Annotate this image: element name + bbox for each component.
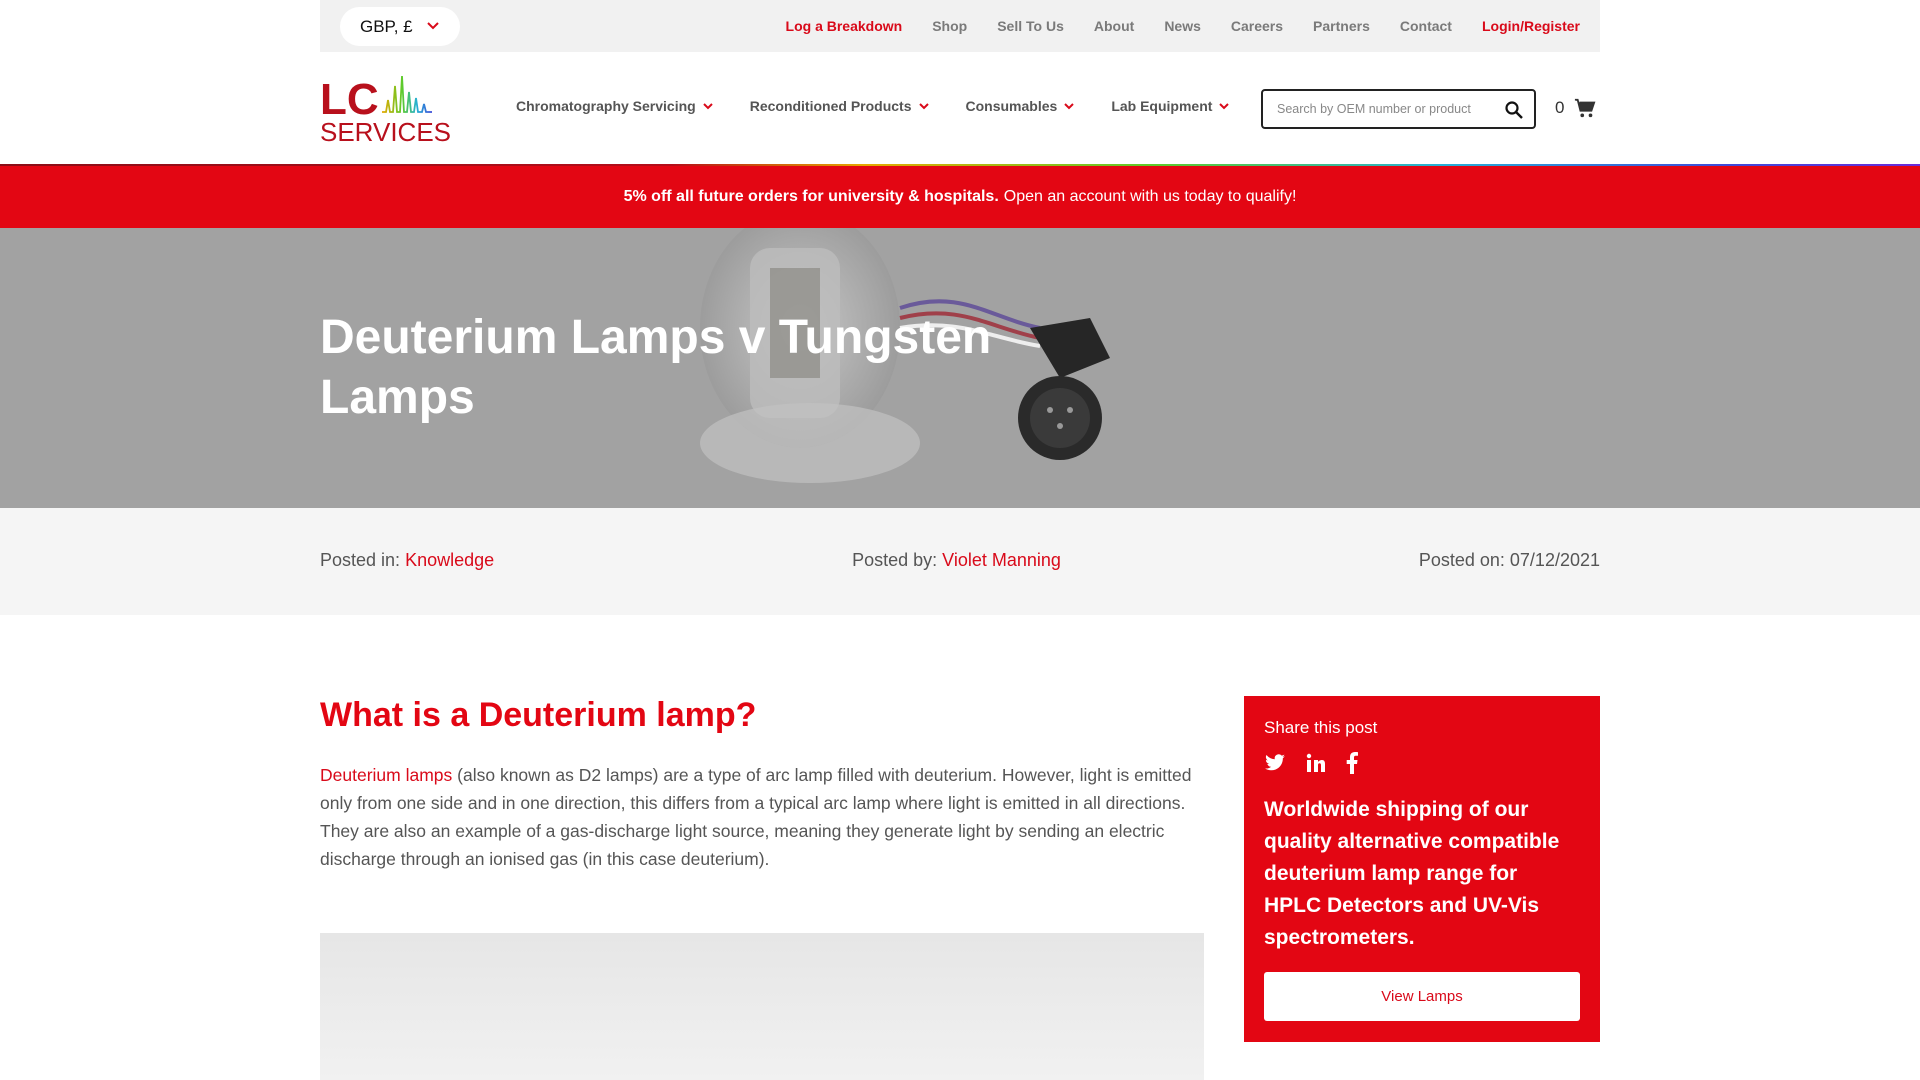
posted-on: Posted on: 07/12/2021 (1419, 550, 1600, 571)
deuterium-lamps-link[interactable]: Deuterium lamps (320, 765, 452, 785)
chevron-down-icon (1219, 103, 1230, 110)
utility-bar: GBP, £ Log a Breakdown Shop Sell To Us A… (320, 0, 1600, 52)
facebook-icon[interactable] (1346, 752, 1358, 774)
cart-count: 0 (1555, 98, 1565, 117)
nav-lab-equipment[interactable]: Lab Equipment (1111, 98, 1230, 114)
article-paragraph: Deuterium lamps (also known as D2 lamps)… (320, 761, 1205, 873)
promo-banner: 5% off all future orders for university … (0, 166, 1920, 228)
social-links (1264, 752, 1580, 774)
contact-link[interactable]: Contact (1400, 18, 1452, 34)
search-input[interactable] (1263, 92, 1493, 126)
share-label: Share this post (1264, 718, 1378, 737)
about-link[interactable]: About (1094, 18, 1134, 34)
news-link[interactable]: News (1164, 18, 1201, 34)
posted-by: Posted by: Violet Manning (852, 550, 1061, 571)
log-breakdown-link[interactable]: Log a Breakdown (786, 18, 903, 34)
search-box (1261, 89, 1536, 129)
share-sidebar: Share this post Worldwide shipping of ou… (1244, 696, 1600, 1042)
chevron-down-icon (1064, 103, 1075, 110)
partners-link[interactable]: Partners (1313, 18, 1370, 34)
nav-item-label: Consumables (965, 98, 1058, 114)
promo-bold: 5% off all future orders for university … (623, 188, 999, 205)
promo-text: Open an account with us today to qualify… (1003, 188, 1297, 205)
shopping-cart-icon (1575, 98, 1596, 118)
posted-in-label: Posted in: (320, 550, 401, 570)
article-heading: What is a Deuterium lamp? (320, 696, 757, 734)
posted-by-label: Posted by: (852, 550, 938, 570)
search-icon[interactable] (1504, 100, 1524, 120)
hero-banner: Deuterium Lamps v Tungsten Lamps (0, 228, 1920, 508)
currency-selector[interactable]: GBP, £ (340, 7, 460, 46)
cart[interactable]: 0 (1555, 97, 1596, 119)
nav-consumables[interactable]: Consumables (966, 98, 1076, 114)
utility-links: Log a Breakdown Shop Sell To Us About Ne… (786, 0, 1580, 52)
nav-item-label: Chromatography Servicing (516, 98, 696, 114)
lc-services-logo[interactable]: LC SERVICES (320, 74, 450, 144)
careers-link[interactable]: Careers (1231, 18, 1283, 34)
nav-reconditioned-products[interactable]: Reconditioned Products (750, 98, 930, 114)
nav-chromatography-servicing[interactable]: Chromatography Servicing (516, 98, 714, 114)
chevron-down-icon (702, 103, 713, 110)
category-link[interactable]: Knowledge (405, 550, 494, 570)
linkedin-icon[interactable] (1306, 753, 1326, 773)
post-meta-bar: Posted in: Knowledge Posted by: Violet M… (0, 508, 1920, 615)
twitter-icon[interactable] (1264, 754, 1286, 772)
shop-link[interactable]: Shop (932, 18, 967, 34)
main-nav: Chromatography Servicing Reconditioned P… (516, 98, 1230, 114)
page-title: Deuterium Lamps v Tungsten Lamps (320, 311, 992, 424)
logo-services-text: SERVICES (320, 117, 450, 144)
chevron-down-icon (918, 103, 929, 110)
posted-on-label: Posted on: (1418, 550, 1505, 570)
nav-item-label: Lab Equipment (1111, 98, 1213, 114)
view-lamps-button[interactable]: View Lamps (1264, 972, 1580, 1021)
article-image (320, 933, 1204, 1080)
post-date: 07/12/2021 (1509, 550, 1600, 570)
chevron-down-icon (427, 22, 439, 30)
shipping-pitch: Worldwide shipping of our quality altern… (1264, 798, 1560, 949)
currency-label: GBP, £ (360, 16, 413, 36)
nav-item-label: Reconditioned Products (749, 98, 912, 114)
author-link[interactable]: Violet Manning (942, 550, 1061, 570)
login-register-link[interactable]: Login/Register (1482, 18, 1580, 34)
sell-to-us-link[interactable]: Sell To Us (997, 18, 1064, 34)
posted-in: Posted in: Knowledge (320, 550, 494, 571)
